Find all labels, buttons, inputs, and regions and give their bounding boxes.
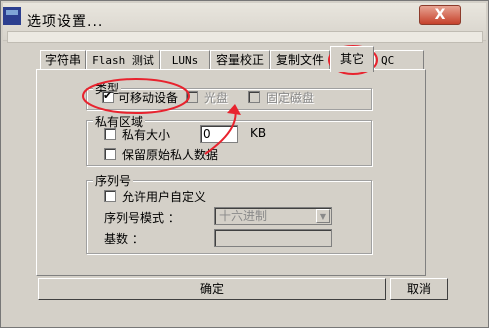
- tab-other[interactable]: 其它: [330, 46, 374, 72]
- option-highlight-circle: [82, 78, 190, 114]
- annotation-layer: [82, 45, 378, 155]
- annotation-arrowhead: [227, 104, 241, 115]
- annotation-arrow: [204, 107, 237, 155]
